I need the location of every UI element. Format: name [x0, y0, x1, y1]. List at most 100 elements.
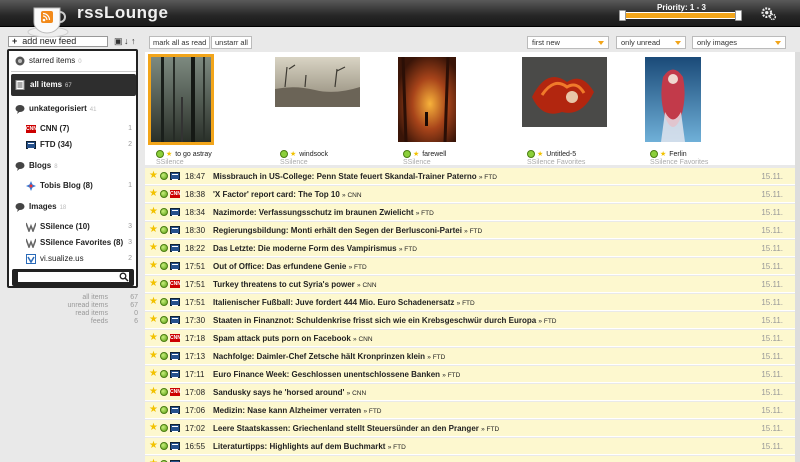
star-icon[interactable]: ★	[149, 369, 158, 379]
sidebar-category-blogs[interactable]: Blogs 8	[11, 159, 136, 173]
table-row[interactable]: ★ CNN 17:08 Sandusky says he 'horsed around…	[145, 384, 795, 401]
image-item[interactable]: ★ to go astray SSilence	[148, 54, 271, 167]
sidebar-item-starred[interactable]: starred items 0	[11, 54, 136, 68]
table-row[interactable]: ★	[145, 456, 795, 462]
star-icon[interactable]: ★	[149, 225, 158, 235]
unread-dot-icon[interactable]	[160, 172, 168, 180]
image-item[interactable]: ★ Untitled-5 SSilence Favorites	[522, 57, 642, 167]
ftd-icon	[170, 208, 180, 216]
sidebar-category-images[interactable]: Images 18	[11, 200, 136, 214]
search-input[interactable]	[18, 272, 129, 282]
star-icon[interactable]: ★	[149, 387, 158, 397]
item-title[interactable]: Literaturtipps: Highlights auf dem Buchm…	[213, 442, 406, 451]
table-row[interactable]: ★ 17:30 Staaten in Finanznot: Schuldenkris…	[145, 312, 795, 329]
item-title[interactable]: Turkey threatens to cut Syria's power » …	[213, 280, 377, 289]
sidebar-feed-ssilence-favorites[interactable]: SSilence Favorites (8) 3	[11, 236, 136, 250]
star-icon[interactable]: ★	[149, 243, 158, 253]
table-row[interactable]: ★ 18:47 Missbrauch in US-College: Penn Sta…	[145, 168, 795, 185]
priority-slider-track[interactable]	[621, 12, 741, 19]
content-type-select[interactable]: only images	[692, 36, 786, 49]
settings-gear-icon[interactable]	[760, 5, 777, 22]
item-title[interactable]: Regierungsbildung: Monti erhält den Sege…	[213, 226, 482, 235]
unread-dot-icon[interactable]	[160, 280, 168, 288]
item-title[interactable]: Medizin: Nase kann Alzheimer verraten » …	[213, 406, 382, 415]
star-icon[interactable]: ★	[149, 423, 158, 433]
item-title[interactable]: Italienischer Fußball: Juve fordert 444 …	[213, 298, 475, 307]
item-title[interactable]: Nazimorde: Verfassungsschutz im braunen …	[213, 208, 434, 217]
table-row[interactable]: ★ CNN 17:18 Spam attack puts porn on Facebo…	[145, 330, 795, 347]
unread-filter-select[interactable]: only unread	[616, 36, 686, 49]
unread-dot-icon[interactable]	[160, 226, 168, 234]
collapse-icon[interactable]: ▣	[114, 36, 123, 46]
table-row[interactable]: ★ 17:02 Leere Staatskassen: Griechenland s…	[145, 420, 795, 437]
star-icon[interactable]: ★	[149, 333, 158, 343]
mark-all-read-button[interactable]: mark all as read	[149, 36, 211, 49]
table-row[interactable]: ★ 17:13 Nachfolge: Daimler-Chef Zetsche hä…	[145, 348, 795, 365]
item-title[interactable]: 'X Factor' report card: The Top 10 » CNN	[213, 190, 362, 199]
unread-dot-icon[interactable]	[160, 442, 168, 450]
item-title[interactable]: Out of Office: Das erfundene Genie » FTD	[213, 262, 367, 271]
unread-dot-icon[interactable]	[160, 298, 168, 306]
item-title[interactable]: Nachfolge: Daimler-Chef Zetsche hält Kro…	[213, 352, 445, 361]
sidebar-feed-visualize-us[interactable]: vi.sualize.us 2	[11, 252, 136, 266]
sidebar-feed-tobis-blog[interactable]: Tobis Blog (8) 1	[11, 179, 136, 193]
stat-feeds: feeds 6	[90, 318, 138, 325]
item-title[interactable]: Euro Finance Week: Geschlossen unentschl…	[213, 370, 460, 379]
unread-dot-icon[interactable]	[160, 352, 168, 360]
sidebar-feed-cnn[interactable]: CNN CNN (7) 1	[11, 122, 136, 136]
star-icon[interactable]: ★	[149, 261, 158, 271]
sort-up-icon[interactable]: ↑	[131, 36, 136, 46]
table-row[interactable]: ★ 17:51 Out of Office: Das erfundene Genie…	[145, 258, 795, 275]
unread-dot-icon[interactable]	[160, 424, 168, 432]
star-icon[interactable]: ★	[149, 405, 158, 415]
table-row[interactable]: ★ 16:55 Literaturtipps: Highlights auf dem…	[145, 438, 795, 455]
table-row[interactable]: ★ 18:34 Nazimorde: Verfassungsschutz im br…	[145, 204, 795, 221]
star-icon[interactable]: ★	[149, 189, 158, 199]
table-row[interactable]: ★ 18:22 Das Letzte: Die moderne Form des V…	[145, 240, 795, 257]
star-icon[interactable]: ★	[149, 207, 158, 217]
unread-dot-icon[interactable]	[160, 244, 168, 252]
unread-dot-icon[interactable]	[160, 316, 168, 324]
star-icon[interactable]: ★	[149, 279, 158, 289]
star-icon[interactable]: ★	[149, 315, 158, 325]
sidebar-feed-ssilence[interactable]: SSilence (10) 3	[11, 220, 136, 234]
star-icon[interactable]: ★	[149, 171, 158, 181]
table-row[interactable]: ★ 17:11 Euro Finance Week: Geschlossen une…	[145, 366, 795, 383]
star-icon[interactable]: ★	[149, 297, 158, 307]
item-title[interactable]: Das Letzte: Die moderne Form des Vampiri…	[213, 244, 417, 253]
unread-dot-icon[interactable]	[160, 370, 168, 378]
table-row[interactable]: ★ 17:06 Medizin: Nase kann Alzheimer verra…	[145, 402, 795, 419]
item-title[interactable]: Spam attack puts porn on Facebook » CNN	[213, 334, 373, 343]
unstarr-all-button[interactable]: unstarr all	[211, 36, 252, 49]
unread-dot-icon[interactable]	[160, 190, 168, 198]
table-row[interactable]: ★ 18:30 Regierungsbildung: Monti erhält de…	[145, 222, 795, 239]
item-title[interactable]: Leere Staatskassen: Griechenland stellt …	[213, 424, 499, 433]
plus-icon: +	[12, 36, 18, 46]
sort-down-icon[interactable]: ↓	[124, 36, 129, 46]
search-icon[interactable]	[119, 272, 129, 282]
unread-dot-icon[interactable]	[160, 334, 168, 342]
sort-select[interactable]: first new	[527, 36, 609, 49]
priority-slider-min-handle[interactable]	[619, 10, 626, 21]
unread-dot-icon[interactable]	[160, 406, 168, 414]
unread-dot-icon[interactable]	[160, 208, 168, 216]
star-icon[interactable]: ★	[149, 441, 158, 451]
table-row[interactable]: ★ 17:51 Italienischer Fußball: Juve forder…	[145, 294, 795, 311]
unread-dot-icon[interactable]	[160, 262, 168, 270]
image-item[interactable]: ★ Ferlin SSilence Favorites	[645, 57, 765, 167]
table-row[interactable]: ★ CNN 17:51 Turkey threatens to cut Syria's…	[145, 276, 795, 293]
image-item[interactable]: ★ farewell SSilence	[398, 57, 518, 167]
sidebar-item-all-items[interactable]: all items 67	[11, 74, 136, 96]
list-scrollbar[interactable]	[795, 52, 800, 462]
sidebar-feed-ftd[interactable]: FTD (34) 2	[11, 138, 136, 152]
sidebar-category-unkategorisiert[interactable]: unkategorisiert 41	[11, 102, 136, 116]
unread-dot-icon[interactable]	[160, 388, 168, 396]
item-title[interactable]: Missbrauch in US-College: Penn State feu…	[213, 172, 497, 181]
priority-slider-max-handle[interactable]	[735, 10, 742, 21]
item-title[interactable]: Sandusky says he 'horsed around' » CNN	[213, 388, 366, 397]
table-row[interactable]: ★ CNN 18:38 'X Factor' report card: The Top…	[145, 186, 795, 203]
ftd-icon	[26, 141, 36, 149]
image-item[interactable]: ★ windsock SSilence	[275, 57, 395, 167]
item-title[interactable]: Staaten in Finanznot: Schuldenkrise fris…	[213, 316, 556, 325]
star-icon[interactable]: ★	[149, 351, 158, 361]
